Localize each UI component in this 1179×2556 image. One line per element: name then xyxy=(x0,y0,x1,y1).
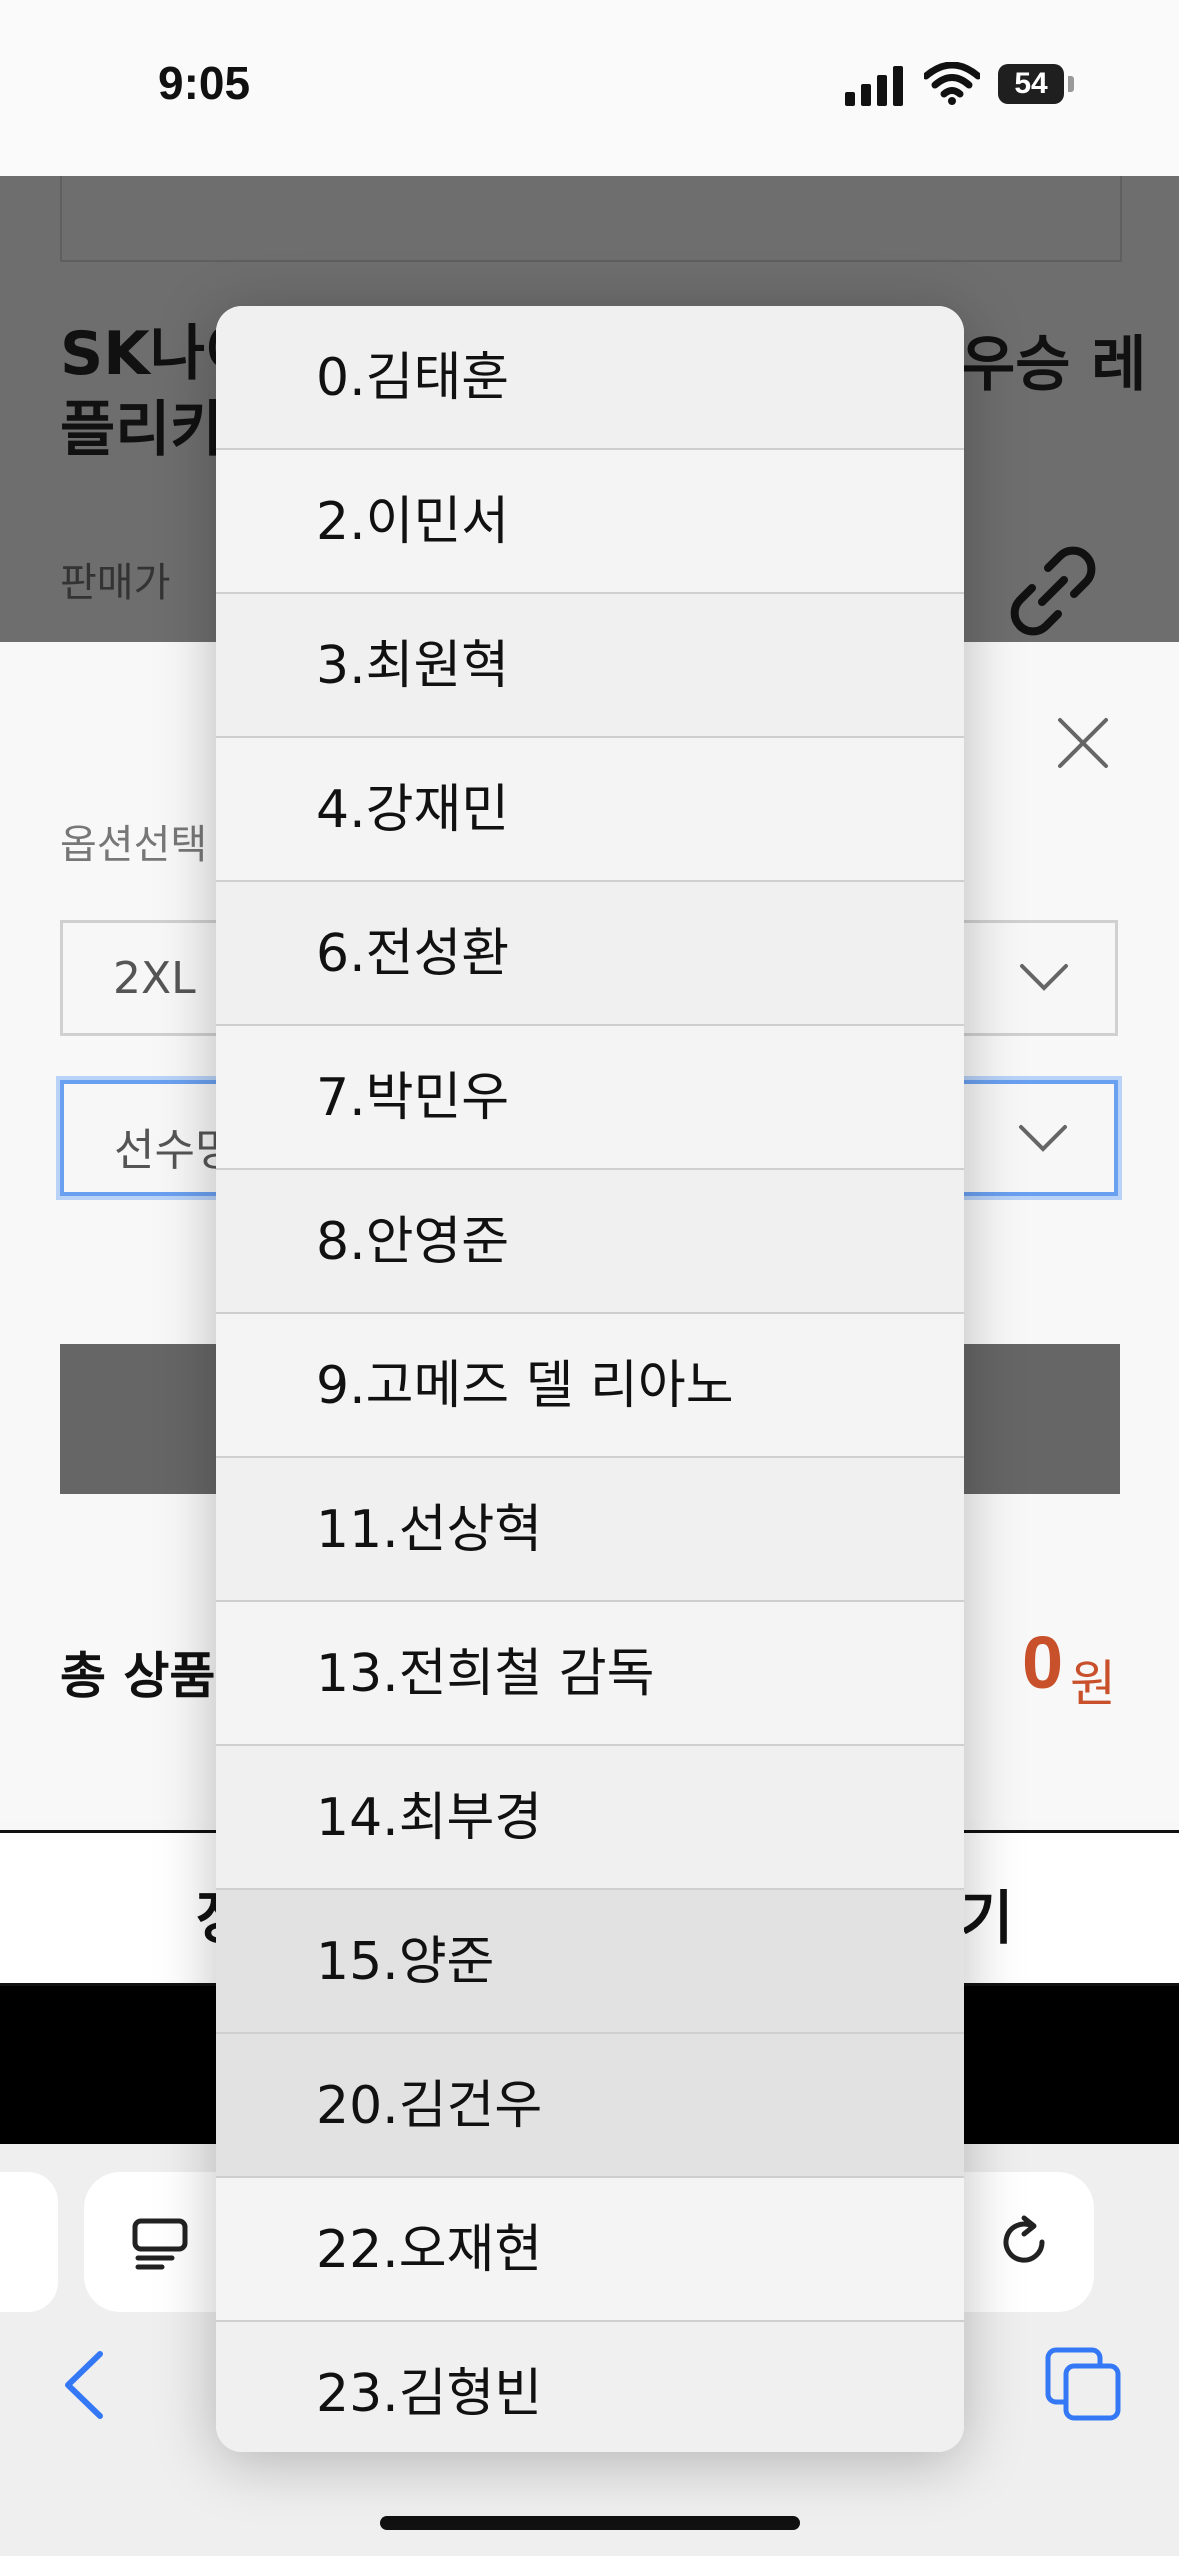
option-label: 옵션선택 xyxy=(60,822,208,868)
picker-option[interactable]: 6.전성환 xyxy=(216,882,964,1026)
chevron-down-icon xyxy=(1020,964,1068,991)
picker-option[interactable]: 22.오재현 xyxy=(216,2178,964,2322)
battery-icon: 54 xyxy=(998,64,1064,104)
chevron-down-icon xyxy=(1019,1125,1067,1152)
picker-option[interactable]: 11.선상혁 xyxy=(216,1458,964,1602)
close-icon[interactable] xyxy=(1056,716,1110,770)
total-value: 0 xyxy=(1022,1621,1064,1704)
picker-option[interactable]: 3.최원혁 xyxy=(216,594,964,738)
reload-icon[interactable] xyxy=(994,2212,1054,2272)
picker-option[interactable]: 13.전희철 감독 xyxy=(216,1602,964,1746)
picker-option[interactable]: 4.강재민 xyxy=(216,738,964,882)
tabs-icon[interactable] xyxy=(1044,2346,1124,2422)
picker-option[interactable]: 15.양준 xyxy=(216,1890,964,2034)
picker-option[interactable]: 14.최부경 xyxy=(216,1746,964,1890)
status-time: 9:05 xyxy=(158,57,251,109)
picker-option[interactable]: 2.이민서 xyxy=(216,450,964,594)
reader-icon[interactable] xyxy=(132,2218,188,2270)
picker-option[interactable]: 8.안영준 xyxy=(216,1170,964,1314)
picker-option[interactable]: 7.박민우 xyxy=(216,1026,964,1170)
price-label: 판매가 xyxy=(60,560,171,606)
picker-option[interactable]: 23.김형빈 xyxy=(216,2322,964,2452)
picker-option[interactable]: 0.김태훈 xyxy=(216,306,964,450)
player-picker-menu: 0.김태훈 2.이민서 3.최원혁 4.강재민 6.전성환 7.박민우 8.안영준 9.고메즈… xyxy=(216,306,964,2452)
battery-level: 54 xyxy=(1014,67,1048,100)
product-image-frame xyxy=(60,176,1122,262)
total-label: 총 상품 xyxy=(60,1647,216,1705)
home-indicator xyxy=(380,2516,800,2530)
signal-icon xyxy=(845,66,903,106)
total-unit: 원 xyxy=(1070,1655,1116,1713)
previous-tab-preview[interactable] xyxy=(0,2172,58,2312)
cart-button-label-right: 기 xyxy=(960,1884,1014,1952)
back-icon[interactable] xyxy=(62,2350,106,2420)
picker-option[interactable]: 9.고메즈 델 리아노 xyxy=(216,1314,964,1458)
product-title-tail: 우승 레 xyxy=(960,330,1147,400)
status-bar: 9:05 54 xyxy=(0,0,1179,176)
link-icon[interactable] xyxy=(1008,546,1098,636)
picker-option[interactable]: 20.김건우 xyxy=(216,2034,964,2178)
size-select-value: 2XL xyxy=(113,953,196,1004)
battery-nub xyxy=(1068,76,1074,92)
wifi-icon xyxy=(924,62,980,105)
